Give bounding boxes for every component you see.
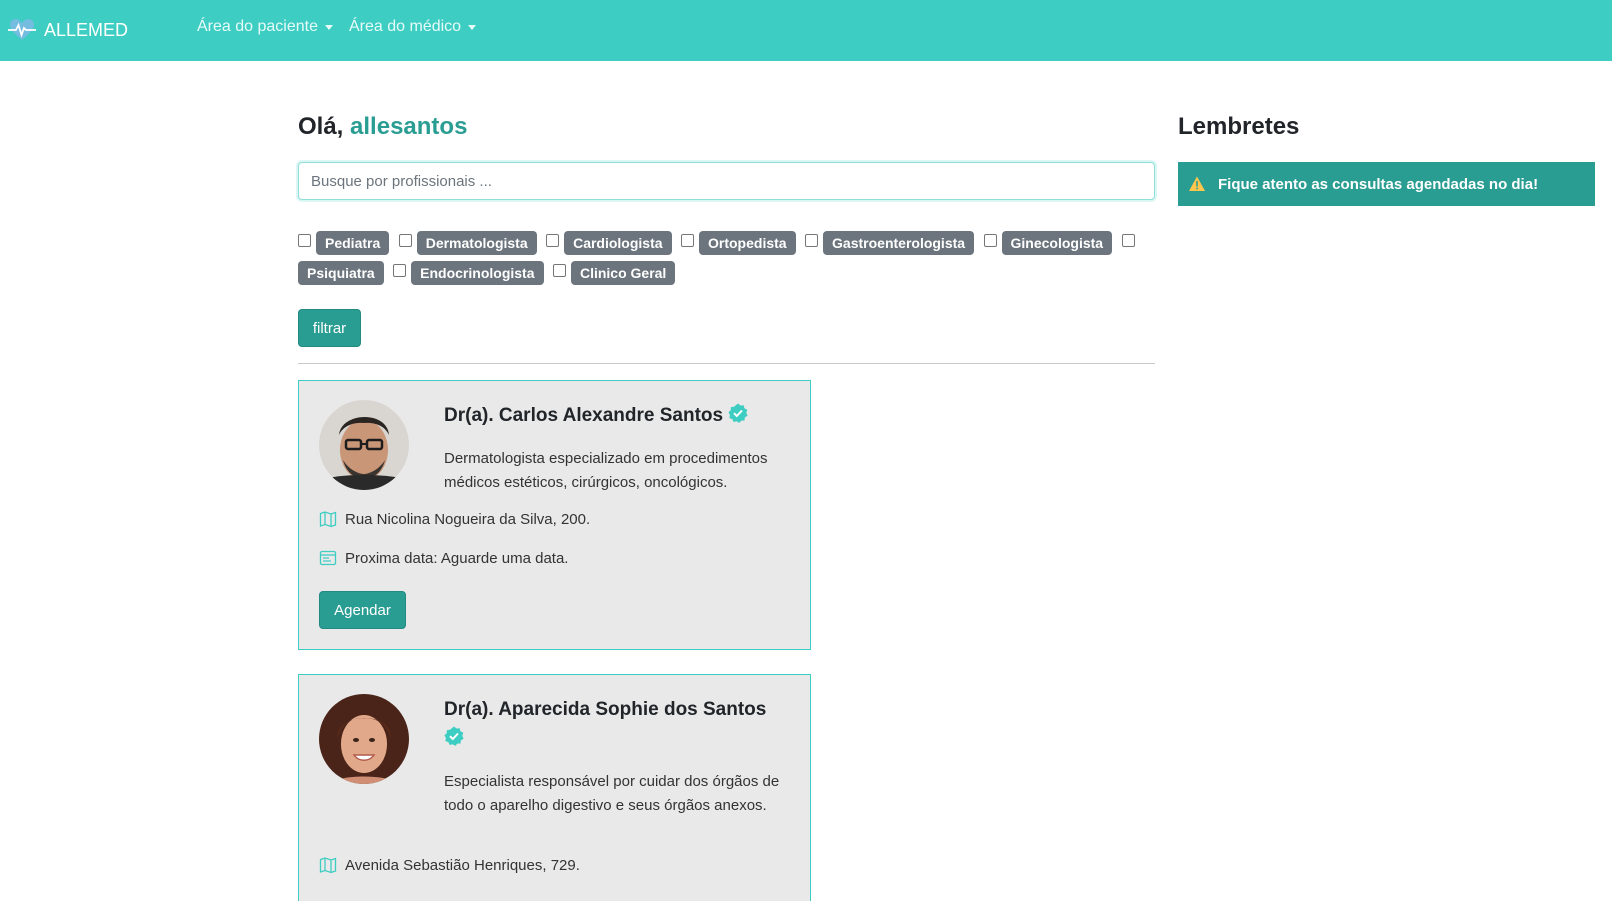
- reminder-alert-text: Fique atento as consultas agendadas no d…: [1218, 175, 1539, 193]
- doctor-address: Avenida Sebastião Henriques, 729.: [319, 856, 580, 874]
- reminder-alert: Fique atento as consultas agendadas no d…: [1178, 162, 1595, 206]
- doctor-address: Rua Nicolina Nogueira da Silva, 200.: [319, 510, 590, 528]
- specialty-checkbox[interactable]: [805, 234, 819, 248]
- doctor-avatar: [319, 694, 409, 784]
- page-title: Olá, allesantos: [298, 113, 467, 141]
- navbar: ALLEMED Área do paciente Área do médico: [0, 0, 1612, 61]
- filter-button[interactable]: filtrar: [298, 309, 361, 347]
- specialty-badge: Cardiologista: [564, 230, 672, 255]
- specialty-badge: Pediatra: [316, 230, 390, 255]
- specialty-badge: Ortopedista: [699, 230, 796, 255]
- specialty-checkbox[interactable]: [393, 264, 407, 278]
- doctor-address-text: Avenida Sebastião Henriques, 729.: [345, 856, 580, 874]
- specialty-badge: Gastroenterologista: [823, 230, 975, 255]
- schedule-button[interactable]: Agendar: [319, 591, 406, 629]
- username: allesantos: [350, 113, 468, 140]
- doctor-card: Dr(a). Aparecida Sophie dos Santos Espec…: [298, 674, 811, 901]
- warning-triangle-icon: [1188, 175, 1206, 193]
- brand-link[interactable]: ALLEMED: [8, 14, 128, 46]
- doctor-avatar: [319, 400, 409, 490]
- doctor-name-text: Dr(a). Carlos Alexandre Santos: [444, 405, 724, 426]
- calendar-icon: [319, 549, 337, 567]
- divider: [298, 363, 1155, 364]
- verified-badge-icon: [444, 726, 464, 746]
- nav-doctor-area-label: Área do médico: [349, 18, 462, 35]
- specialty-badge: Dermatologista: [416, 230, 537, 255]
- doctor-description: Especialista responsável por cuidar dos …: [444, 773, 780, 814]
- map-icon: [319, 856, 337, 874]
- reminders-title: Lembretes: [1178, 113, 1300, 140]
- nav-doctor-area-dropdown[interactable]: Área do médico: [349, 18, 477, 36]
- specialty-badge: Psiquiatra: [298, 260, 384, 285]
- specialty-badge: Clinico Geral: [570, 260, 676, 285]
- specialty-badge: Ginecologista: [1001, 230, 1113, 255]
- specialty-badge: Endocrinologista: [411, 260, 544, 285]
- chevron-down-icon: [468, 24, 477, 30]
- verified-badge-icon: [728, 403, 748, 423]
- chevron-down-icon: [324, 24, 333, 30]
- search-input[interactable]: [298, 162, 1155, 200]
- specialty-checkbox[interactable]: [983, 234, 997, 248]
- nav-patient-area-label: Área do paciente: [197, 18, 318, 35]
- specialty-checkbox[interactable]: [298, 234, 311, 248]
- doctor-next-date: Proxima data: Aguarde uma data.: [319, 549, 568, 567]
- specialty-checkbox[interactable]: [546, 234, 560, 248]
- specialty-filters: Pediatra Dermatologista Cardiologista Or…: [298, 228, 1158, 288]
- specialty-checkbox[interactable]: [552, 264, 566, 278]
- doctor-name: Dr(a). Aparecida Sophie dos Santos: [444, 695, 799, 753]
- heart-pulse-icon: [8, 16, 36, 44]
- doctor-address-text: Rua Nicolina Nogueira da Silva, 200.: [345, 510, 591, 528]
- doctor-name-text: Dr(a). Aparecida Sophie dos Santos: [444, 699, 767, 720]
- doctor-next-date-text: Proxima data: Aguarde uma data.: [345, 549, 569, 567]
- nav-patient-area-dropdown[interactable]: Área do paciente: [197, 18, 333, 36]
- specialty-checkbox[interactable]: [398, 234, 412, 248]
- brand-name: ALLEMED: [44, 19, 129, 40]
- doctor-description: Dermatologista especializado em procedim…: [444, 450, 768, 491]
- doctor-card: Dr(a). Carlos Alexandre Santos Dermatolo…: [298, 380, 811, 650]
- map-icon: [319, 510, 337, 528]
- specialty-checkbox[interactable]: [681, 234, 694, 248]
- greeting-prefix: Olá,: [298, 113, 351, 140]
- doctor-name: Dr(a). Carlos Alexandre Santos: [444, 401, 799, 430]
- specialty-checkbox[interactable]: [1121, 234, 1135, 248]
